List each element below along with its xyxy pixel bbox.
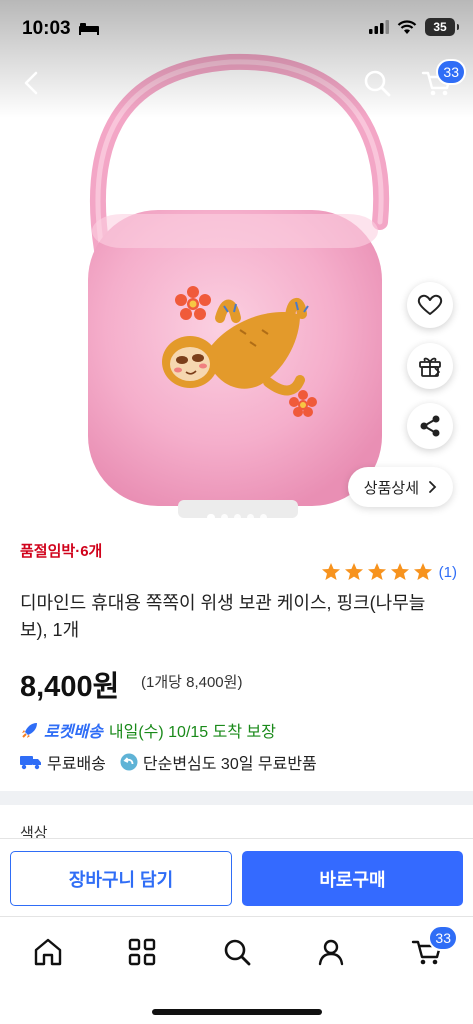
share-icon xyxy=(420,415,440,437)
tab-cart[interactable]: 33 xyxy=(410,925,458,969)
section-divider xyxy=(0,791,473,805)
rating[interactable]: (1) xyxy=(321,562,457,582)
bottom-tab-bar: 33 xyxy=(0,916,473,1024)
stock-status: 품절임박·6개 xyxy=(20,543,103,560)
tab-search[interactable] xyxy=(220,935,254,969)
rocket-icon xyxy=(22,723,37,738)
carousel-dot xyxy=(206,514,215,521)
search-button[interactable] xyxy=(360,66,394,100)
buy-now-button[interactable]: 바로구매 xyxy=(242,851,463,906)
grid-icon xyxy=(128,938,156,966)
gift-button[interactable] xyxy=(407,343,453,389)
unit-price: (1개당 8,400원) xyxy=(141,674,243,691)
tab-cart-count-badge: 33 xyxy=(428,925,458,951)
tab-categories[interactable] xyxy=(125,935,159,969)
product-detail-label: 상품상세 xyxy=(363,479,419,497)
chevron-right-icon xyxy=(429,481,437,493)
status-bar: 10:03 35 xyxy=(0,0,473,56)
carousel-dot xyxy=(259,514,267,521)
carousel-dot xyxy=(246,514,254,521)
add-to-cart-button[interactable]: 장바구니 담기 xyxy=(10,851,232,906)
product-detail-button[interactable]: 상품상세 xyxy=(347,467,453,507)
search-icon xyxy=(364,70,391,97)
product-price: 8,400원 xyxy=(20,671,120,703)
home-icon xyxy=(34,938,62,966)
chevron-left-icon xyxy=(24,71,38,95)
wifi-icon xyxy=(397,19,417,34)
status-time: 10:03 xyxy=(22,18,71,39)
star-rating-icon xyxy=(321,563,432,580)
review-count: (1) xyxy=(438,563,457,581)
cellular-signal-icon xyxy=(369,20,389,34)
product-image xyxy=(0,0,473,525)
user-icon xyxy=(318,939,344,966)
free-return-label: 단순변심도 30일 무료반품 xyxy=(142,756,317,773)
sleep-focus-icon xyxy=(79,23,99,35)
search-icon xyxy=(224,939,251,966)
truck-icon xyxy=(20,756,41,770)
delivery-perks: 무료배송 단순변심도 30일 무료반품 xyxy=(20,750,317,774)
product-image-carousel[interactable] xyxy=(0,0,473,525)
tab-my-account[interactable] xyxy=(314,935,348,969)
carousel-dot xyxy=(233,514,241,521)
wishlist-button[interactable] xyxy=(407,282,453,328)
product-title: 디마인드 휴대용 쪽쪽이 위생 보관 케이스, 핑크(나무늘보), 1개 xyxy=(20,593,426,640)
carousel-indicator xyxy=(0,514,473,521)
share-button[interactable] xyxy=(407,403,453,449)
return-icon xyxy=(120,753,138,771)
heart-icon xyxy=(417,294,443,315)
free-shipping-label: 무료배송 xyxy=(47,756,106,773)
rocket-delivery-info: 로켓배송 내일(수) 10/15 도착 보장 xyxy=(20,718,276,742)
carousel-dot xyxy=(220,514,228,521)
purchase-action-bar: 장바구니 담기 바로구매 xyxy=(0,838,473,916)
home-indicator xyxy=(152,1009,322,1015)
delivery-date: 내일(수) 10/15 도착 보장 xyxy=(108,724,276,741)
tab-home[interactable] xyxy=(31,935,65,969)
cart-count-badge: 33 xyxy=(436,59,466,85)
battery-indicator: 35 xyxy=(425,18,459,36)
gift-icon xyxy=(419,357,441,377)
back-button[interactable] xyxy=(18,66,48,100)
cart-button[interactable]: 33 xyxy=(420,59,466,100)
rocket-delivery-label: 로켓배송 xyxy=(44,724,103,741)
